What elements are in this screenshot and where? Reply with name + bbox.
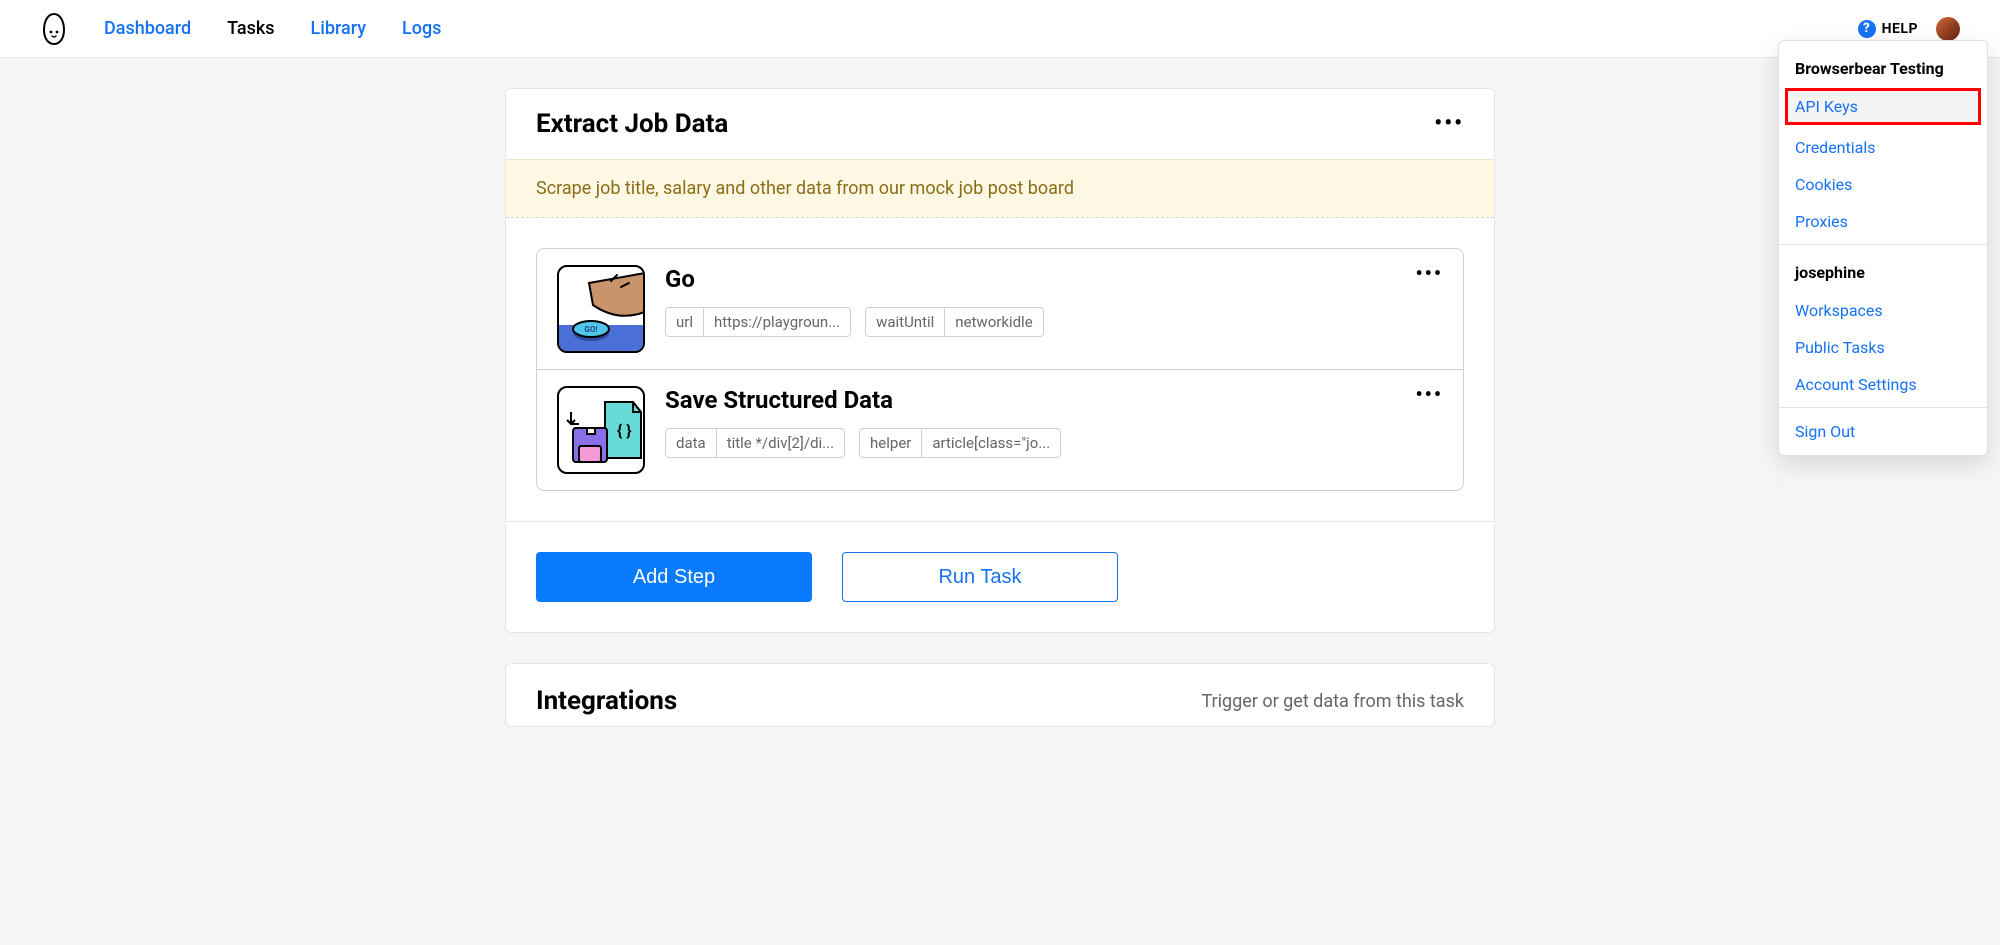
- dropdown-user-title: josephine: [1779, 259, 1987, 292]
- help-icon: ?: [1858, 20, 1876, 38]
- task-title: Extract Job Data: [536, 109, 728, 139]
- badge-waituntil: waitUntil networkidle: [865, 307, 1044, 337]
- main-nav: Dashboard Tasks Library Logs: [104, 18, 441, 39]
- step-go-icon: GO!: [557, 265, 645, 353]
- steps-list: GO! ••• Go url https://playgroun...: [506, 218, 1494, 521]
- badge-url-key: url: [666, 308, 704, 336]
- badge-data-value: title */div[2]/di...: [717, 429, 844, 457]
- task-description: Scrape job title, salary and other data …: [506, 159, 1494, 218]
- task-card: Extract Job Data ••• Scrape job title, s…: [505, 88, 1495, 633]
- dropdown-signout-section: Sign Out: [1779, 407, 1987, 455]
- dropdown-item-proxies[interactable]: Proxies: [1779, 203, 1987, 240]
- dropdown-item-sign-out[interactable]: Sign Out: [1779, 408, 1987, 455]
- dropdown-section-user: josephine Workspaces Public Tasks Accoun…: [1779, 244, 1987, 407]
- dropdown-item-credentials[interactable]: Credentials: [1779, 129, 1987, 166]
- badge-helper-key: helper: [860, 429, 922, 457]
- dropdown-item-cookies[interactable]: Cookies: [1779, 166, 1987, 203]
- step-go-badges: url https://playgroun... waitUntil netwo…: [665, 307, 1443, 337]
- topbar-right: ? HELP: [1858, 17, 1960, 41]
- help-label: HELP: [1882, 21, 1918, 37]
- dropdown-item-api-keys[interactable]: API Keys: [1785, 88, 1981, 125]
- step-save-structured-data[interactable]: { } ••• Save Structured Data data: [536, 369, 1464, 491]
- dropdown-section-workspace: Browserbear Testing API Keys Credentials…: [1779, 41, 1987, 244]
- task-more-icon[interactable]: •••: [1434, 113, 1464, 135]
- step-save-body: ••• Save Structured Data data title */di…: [665, 386, 1443, 458]
- add-step-button[interactable]: Add Step: [536, 552, 812, 602]
- badge-data-key: data: [666, 429, 717, 457]
- logo: [40, 12, 68, 46]
- task-card-header: Extract Job Data •••: [506, 89, 1494, 159]
- page-container: Extract Job Data ••• Scrape job title, s…: [505, 88, 1495, 727]
- badge-waituntil-key: waitUntil: [866, 308, 945, 336]
- integrations-card: Integrations Trigger or get data from th…: [505, 663, 1495, 727]
- dropdown-item-public-tasks[interactable]: Public Tasks: [1779, 329, 1987, 366]
- svg-text:GO!: GO!: [584, 325, 597, 334]
- avatar[interactable]: [1936, 17, 1960, 41]
- topbar: Dashboard Tasks Library Logs ? HELP Brow…: [0, 0, 2000, 58]
- step-go-title: Go: [665, 265, 1443, 293]
- step-save-more-icon[interactable]: •••: [1415, 382, 1443, 406]
- badge-helper: helper article[class="jo...: [859, 428, 1061, 458]
- badge-helper-value: article[class="jo...: [922, 429, 1060, 457]
- run-task-button[interactable]: Run Task: [842, 552, 1118, 602]
- task-actions: Add Step Run Task: [506, 521, 1494, 632]
- dropdown-workspace-title: Browserbear Testing: [1779, 55, 1987, 88]
- svg-text:{ }: { }: [617, 421, 632, 440]
- badge-waituntil-value: networkidle: [945, 308, 1042, 336]
- step-go[interactable]: GO! ••• Go url https://playgroun...: [536, 248, 1464, 370]
- step-save-title: Save Structured Data: [665, 386, 1443, 414]
- integrations-subtitle: Trigger or get data from this task: [1201, 691, 1464, 712]
- help-button[interactable]: ? HELP: [1858, 20, 1918, 38]
- nav-dashboard[interactable]: Dashboard: [104, 18, 191, 39]
- nav-tasks[interactable]: Tasks: [227, 18, 274, 39]
- step-save-badges: data title */div[2]/di... helper article…: [665, 428, 1443, 458]
- dropdown-item-workspaces[interactable]: Workspaces: [1779, 292, 1987, 329]
- account-dropdown: Browserbear Testing API Keys Credentials…: [1778, 40, 1988, 456]
- dropdown-item-account-settings[interactable]: Account Settings: [1779, 366, 1987, 403]
- integrations-header: Integrations Trigger or get data from th…: [506, 664, 1494, 726]
- integrations-title: Integrations: [536, 686, 677, 716]
- badge-data: data title */div[2]/di...: [665, 428, 845, 458]
- step-go-body: ••• Go url https://playgroun... waitUnti…: [665, 265, 1443, 337]
- nav-library[interactable]: Library: [311, 18, 367, 39]
- step-go-more-icon[interactable]: •••: [1415, 261, 1443, 285]
- badge-url-value: https://playgroun...: [704, 308, 850, 336]
- nav-logs[interactable]: Logs: [402, 18, 441, 39]
- badge-url: url https://playgroun...: [665, 307, 851, 337]
- step-save-icon: { }: [557, 386, 645, 474]
